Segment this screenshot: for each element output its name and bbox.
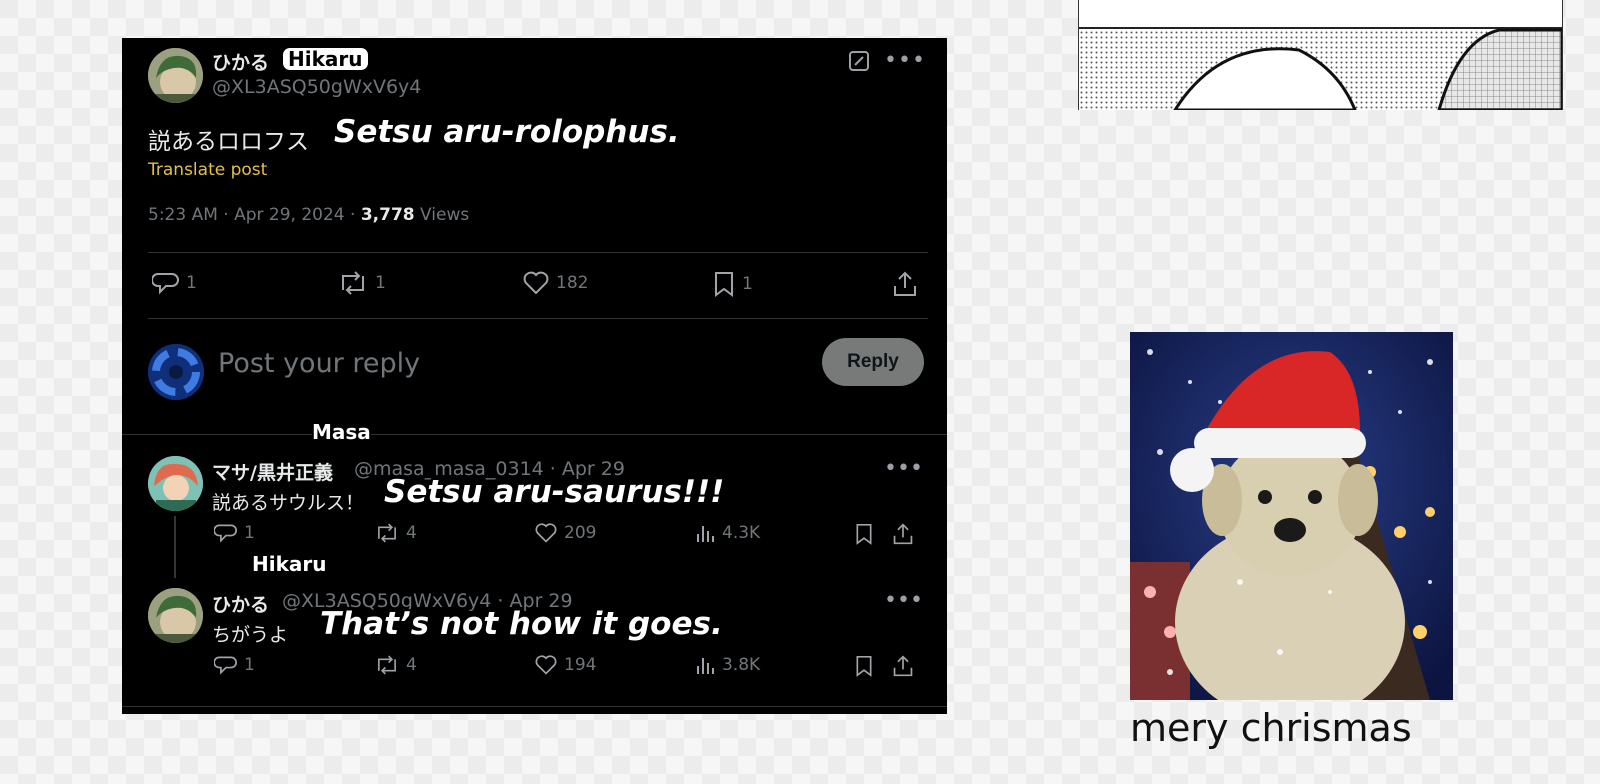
reply1-text: 説あるサウルス！: [212, 492, 365, 514]
divider: [148, 318, 928, 319]
reply2-name-translation: Hikaru: [252, 552, 327, 576]
reply-action[interactable]: 1: [152, 270, 197, 296]
reply-action[interactable]: 1: [214, 522, 255, 544]
reply-count: 1: [244, 523, 255, 543]
views-count: 3.8K: [722, 655, 761, 675]
more-icon[interactable]: •••: [884, 48, 926, 73]
bookmark-icon: [856, 524, 872, 545]
repost-action[interactable]: 4: [374, 654, 417, 676]
author-name-translation: Hikaru: [283, 48, 368, 70]
repost-icon: [378, 655, 396, 675]
views-action[interactable]: 4.3K: [694, 522, 760, 544]
views-count: 3,778: [360, 205, 415, 225]
views-count: 4.3K: [722, 523, 761, 543]
manga-panel-image: [1078, 0, 1563, 110]
share-action[interactable]: [892, 270, 918, 298]
avatar[interactable]: [148, 48, 203, 103]
reply-icon: [214, 524, 237, 543]
reply1-translation: Setsu aru-saurus!!!: [384, 474, 725, 510]
repost-count: 4: [406, 655, 417, 675]
share-action[interactable]: [892, 522, 914, 546]
bookmark-action[interactable]: [854, 522, 874, 546]
avatar[interactable]: [148, 456, 203, 511]
like-action[interactable]: 182: [522, 270, 588, 296]
reply-button[interactable]: Reply: [822, 338, 924, 386]
timestamp[interactable]: 5:23 AM · Apr 29, 2024 ·: [148, 205, 361, 225]
translate-post-link[interactable]: Translate post: [148, 160, 267, 180]
divider: [148, 252, 928, 253]
reply1-author-name[interactable]: マサ/黒井正義: [212, 458, 333, 485]
tweet-meta: 5:23 AM · Apr 29, 2024 · 3,778 Views: [148, 205, 469, 225]
tweet-panel: ひかる Hikaru @XL3ASQ50gWxV6y4 ••• 説あるロロフス …: [122, 38, 947, 714]
like-count: 182: [556, 273, 589, 293]
like-icon: [535, 523, 557, 543]
author-name[interactable]: ひかる: [212, 48, 269, 75]
author-handle[interactable]: @XL3ASQ50gWxV6y4: [212, 76, 421, 98]
like-count: 209: [564, 523, 597, 543]
views-icon: [697, 526, 714, 542]
edit-icon[interactable]: [848, 50, 870, 76]
views-icon: [697, 658, 714, 674]
divider: [122, 434, 947, 435]
reply-action[interactable]: 1: [214, 654, 255, 676]
reply-icon: [214, 656, 237, 675]
reply2-author-name[interactable]: ひかる: [212, 590, 269, 617]
bookmark-action[interactable]: [854, 654, 874, 678]
repost-action[interactable]: 1: [337, 270, 386, 296]
repost-count: 1: [375, 273, 386, 293]
thread-line: [174, 516, 176, 578]
avatar[interactable]: [148, 588, 203, 643]
more-icon[interactable]: •••: [884, 456, 923, 481]
share-icon: [893, 523, 913, 545]
share-icon: [893, 655, 913, 677]
bookmark-count: 1: [742, 274, 753, 294]
reply1-name-translation: Masa: [312, 420, 371, 444]
repost-icon: [342, 271, 364, 295]
bookmark-icon: [715, 272, 733, 297]
reply-input[interactable]: Post your reply: [218, 348, 420, 379]
divider: [122, 706, 947, 707]
repost-icon: [378, 523, 396, 543]
reply-count: 1: [186, 273, 197, 293]
reply2-text: ちがうよ: [212, 624, 289, 646]
tweet-translation: Setsu aru-rolophus.: [334, 114, 680, 150]
reply-count: 1: [244, 655, 255, 675]
like-icon: [535, 655, 557, 675]
like-count: 194: [564, 655, 597, 675]
views-action[interactable]: 3.8K: [694, 654, 760, 676]
like-action[interactable]: 209: [534, 522, 596, 544]
christmas-puppy-image: [1130, 332, 1453, 700]
reply-icon: [152, 273, 179, 295]
repost-action[interactable]: 4: [374, 522, 417, 544]
tweet-text: 説あるロロフス: [148, 129, 309, 155]
like-action[interactable]: 194: [534, 654, 596, 676]
share-icon: [894, 271, 916, 296]
repost-count: 4: [406, 523, 417, 543]
bookmark-action[interactable]: 1: [712, 270, 753, 298]
views-label: Views: [414, 205, 470, 225]
more-icon[interactable]: •••: [884, 588, 923, 613]
caption: mery chrismas: [1130, 706, 1412, 750]
like-icon: [523, 271, 549, 295]
reply-avatar[interactable]: [148, 344, 204, 400]
reply2-translation: That’s not how it goes.: [320, 606, 723, 642]
bookmark-icon: [856, 656, 872, 677]
share-action[interactable]: [892, 654, 914, 678]
